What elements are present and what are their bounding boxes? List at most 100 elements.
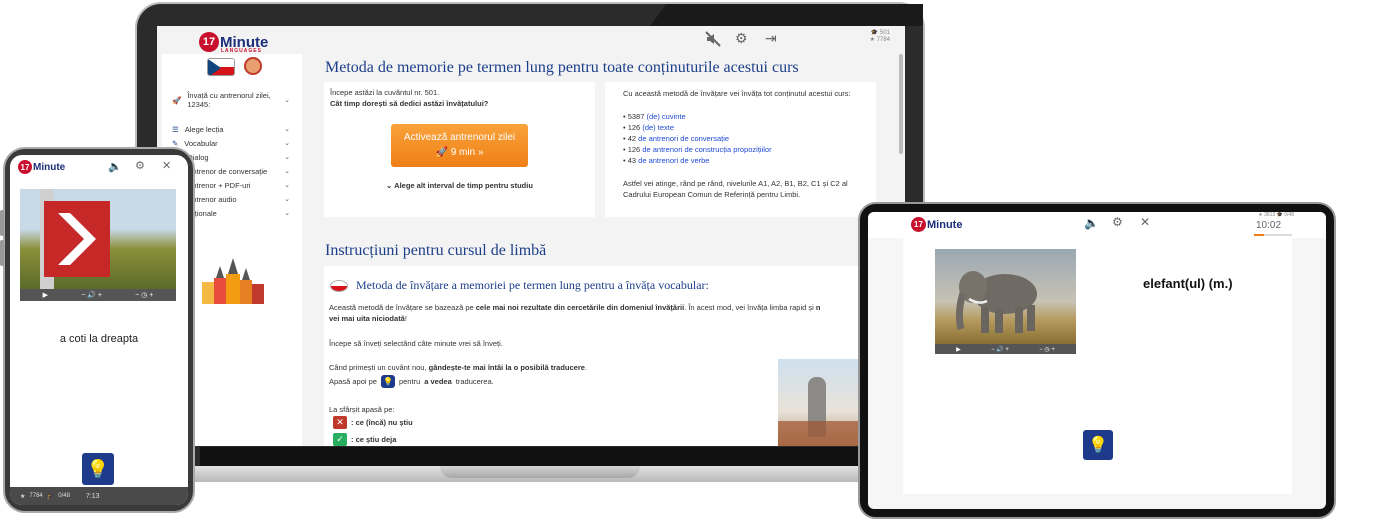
tablet-word: elefant(ul) (m.) bbox=[1143, 276, 1233, 291]
chevron-down-icon: ⌄ bbox=[284, 154, 290, 161]
tablet-progress: 0/48 bbox=[1284, 212, 1294, 218]
volume-icon[interactable]: − 🔊 + bbox=[81, 291, 102, 299]
volume-icon[interactable]: − 🔊 + bbox=[991, 346, 1009, 353]
instructions-card: Metoda de învățare a memoriei pe termen … bbox=[324, 266, 884, 446]
brand-name: Minute bbox=[927, 218, 963, 231]
speed-icon[interactable]: − ◷ + bbox=[1039, 346, 1055, 353]
know-label: : ce știu deja bbox=[351, 435, 397, 444]
instructions-p5: La sfârșit apasă pe: bbox=[329, 405, 395, 414]
text-segment: ! bbox=[404, 314, 407, 323]
text-bold: vei mai uita niciodată bbox=[329, 314, 405, 323]
phone-brand-logo[interactable]: 17 Minute bbox=[18, 160, 65, 174]
text-bold: n bbox=[815, 303, 821, 312]
play-icon[interactable]: ▶ bbox=[956, 346, 961, 353]
logout-icon[interactable]: ⇥ bbox=[765, 30, 777, 47]
lightbulb-button[interactable]: 💡 bbox=[1083, 430, 1113, 460]
instructions-p1: Această metodă de învățare se bazează pe… bbox=[329, 302, 874, 324]
brand-number: 17 bbox=[911, 217, 926, 232]
instructions-p4: Apasă apoi pe 💡 pentru a vedea traducere… bbox=[329, 375, 494, 388]
list-icon: ☰ bbox=[172, 124, 179, 134]
chevron-down-icon: ⌄ bbox=[284, 126, 290, 133]
words-link[interactable]: (de) cuvinte bbox=[647, 112, 686, 121]
content-item: • 126 (de) texte bbox=[623, 122, 858, 133]
elephant-image bbox=[935, 249, 1076, 344]
content-count: • 43 bbox=[623, 156, 637, 165]
sound-icon[interactable]: 🔈 bbox=[108, 160, 122, 173]
header-stats: 🎓 501 ★ 7784 bbox=[869, 30, 890, 43]
brand-logo[interactable]: 17 Minute LANGUAGES bbox=[199, 32, 268, 54]
chevron-down-icon: ⌄ bbox=[386, 181, 393, 190]
gear-icon[interactable]: ⚙ bbox=[1112, 215, 1123, 229]
statue-photo bbox=[778, 359, 860, 446]
no-sound-icon[interactable]: ✕ bbox=[162, 159, 171, 172]
chevron-down-icon: ⌄ bbox=[284, 210, 290, 217]
dontknow-label: : ce (încă) nu știu bbox=[351, 418, 413, 427]
phone-status-bar: ★ 7784 🎓 0/48 7:13 bbox=[10, 487, 188, 505]
instructions-subtitle: Metoda de învățare a memoriei pe termen … bbox=[356, 278, 709, 292]
czech-flag[interactable] bbox=[207, 58, 235, 76]
phone-media-controls[interactable]: ▶ − 🔊 + − ◷ + bbox=[20, 289, 176, 301]
star-icon: ★ bbox=[20, 493, 26, 500]
sidebar-item-label: Alege lecția bbox=[184, 124, 224, 134]
text-segment: traducerea. bbox=[455, 377, 494, 386]
rocket-icon: 🚀 bbox=[435, 147, 448, 158]
rocket-icon: 🚀 bbox=[172, 95, 182, 105]
laptop-screen: 17 Minute LANGUAGES ⚙ ⇥ 🎓 501 ★ 7784 🚀 Î… bbox=[157, 26, 905, 446]
chevron-down-icon: ⌄ bbox=[284, 168, 290, 175]
instructions-p3: Când primești un cuvânt nou, gândește-te… bbox=[329, 362, 587, 373]
chevron-down-icon: ⌄ bbox=[284, 182, 290, 189]
gear-icon[interactable]: ⚙ bbox=[735, 30, 748, 47]
content-count: • 126 bbox=[623, 145, 641, 154]
content-item: • 5387 (de) cuvinte bbox=[623, 111, 858, 122]
content-item: • 126 de antrenori de construcția propoz… bbox=[623, 144, 858, 155]
brand-number: 17 bbox=[18, 160, 32, 174]
no-sound-icon[interactable] bbox=[705, 31, 721, 50]
chevron-down-icon: ⌄ bbox=[284, 140, 290, 147]
text-bold: a vedea bbox=[424, 377, 452, 386]
course-intro: Cu această metodă de învățare vei învăța… bbox=[623, 89, 851, 98]
play-icon[interactable]: ▶ bbox=[43, 291, 48, 299]
conversation-link[interactable]: de antrenori de conversație bbox=[638, 134, 729, 143]
page-title: Metoda de memorie pe termen lung pentru … bbox=[325, 59, 799, 76]
no-sound-icon[interactable]: ✕ bbox=[1140, 215, 1150, 229]
chevron-down-icon: ⌄ bbox=[284, 196, 290, 203]
question-text: Cât timp dorești să dedici astăzi învăța… bbox=[330, 99, 489, 108]
instructions-p2: Începe să înveți selectând câte minute v… bbox=[329, 339, 503, 348]
tablet-stats: ★ 3613 🎓 0/48 bbox=[1258, 212, 1294, 218]
texts-link[interactable]: (de) texte bbox=[642, 123, 674, 132]
avatar[interactable] bbox=[244, 57, 262, 75]
alt-interval-link[interactable]: ⌄ Alege alt interval de timp pentru stud… bbox=[324, 180, 595, 191]
phone-timer: 7:13 bbox=[85, 492, 100, 500]
course-outro: Astfel vei atinge, rând pe rând, nivelur… bbox=[623, 179, 848, 199]
sidebar-item-daily-trainer[interactable]: 🚀 Învață cu antrenorul zilei, 12345: ⌄ bbox=[162, 88, 302, 112]
scrollbar[interactable] bbox=[899, 54, 903, 154]
sentence-link[interactable]: de antrenori de construcția propozițiilo… bbox=[642, 145, 771, 154]
activate-trainer-label: Activează antrenorul zilei bbox=[403, 132, 516, 143]
sidebar-item-label: Antrenor de conversație bbox=[187, 166, 268, 176]
sidebar-item-label: Antrenor + PDF-uri bbox=[187, 180, 251, 190]
tablet-progress-bar bbox=[1254, 234, 1292, 236]
verbs-link[interactable]: de antrenori de verbe bbox=[638, 156, 709, 165]
laptop-bezel-bottom bbox=[200, 447, 910, 467]
text-segment: . bbox=[584, 363, 588, 372]
tablet-media-controls[interactable]: ▶ − 🔊 + − ◷ + bbox=[935, 344, 1076, 354]
activate-trainer-button[interactable]: Activează antrenorul zilei 🚀 9 min » bbox=[391, 124, 528, 167]
alt-interval-label: Alege alt interval de timp pentru studiu bbox=[394, 181, 533, 190]
tablet-stars: 3613 bbox=[1264, 212, 1276, 218]
daily-trainer-card: Începe astăzi la cuvântul nr. 501. Cât t… bbox=[324, 82, 595, 217]
phone-stars: 7784 bbox=[29, 493, 43, 499]
lightbulb-button[interactable]: 💡 bbox=[82, 453, 114, 485]
gear-icon[interactable]: ⚙ bbox=[135, 159, 145, 172]
check-icon: ✓ bbox=[333, 433, 347, 446]
sound-icon[interactable]: 🔈 bbox=[1084, 216, 1099, 230]
speed-icon[interactable]: − ◷ + bbox=[135, 291, 153, 299]
content-item: • 43 de antrenori de verbe bbox=[623, 155, 858, 166]
content-count: • 126 bbox=[623, 123, 641, 132]
text-segment: pentru bbox=[398, 377, 421, 386]
sidebar-item-lesson[interactable]: ☰ Alege lecția ⌄ bbox=[162, 122, 302, 136]
phone-phrase: a coti la dreapta bbox=[59, 333, 139, 345]
tablet-brand-logo[interactable]: 17 Minute bbox=[911, 217, 962, 232]
sidebar-item-vocabulary[interactable]: ✎ Vocabular ⌄ bbox=[162, 136, 302, 150]
content-count: • 42 bbox=[623, 134, 637, 143]
lightbulb-icon: 💡 bbox=[380, 375, 395, 388]
